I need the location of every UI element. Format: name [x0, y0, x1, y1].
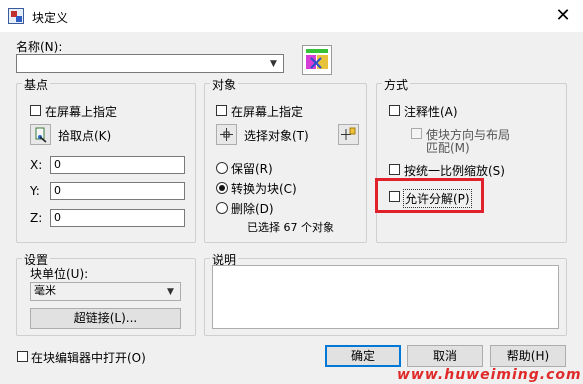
help-button[interactable]: 帮助(H)	[490, 345, 566, 367]
cancel-button[interactable]: 取消	[407, 345, 483, 367]
convert-to-block-label: 转换为块(C)	[231, 182, 297, 196]
base-point-on-screen-checkbox[interactable]	[30, 105, 41, 116]
y-label: Y:	[30, 184, 40, 198]
watermark-text: www.huweiming.com	[397, 367, 582, 383]
select-objects-label[interactable]: 选择对象(T)	[244, 127, 309, 144]
objects-title: 对象	[210, 76, 239, 93]
dropdown-arrow-icon[interactable]: ▼	[270, 59, 277, 69]
z-input[interactable]: 0	[50, 209, 185, 227]
x-label: X:	[30, 158, 43, 172]
hyperlink-button[interactable]: 超链接(L)...	[30, 308, 181, 329]
description-textarea[interactable]	[212, 265, 559, 329]
dropdown-arrow-icon[interactable]: ▼	[167, 287, 174, 297]
selected-count-label: 已选择 67 个对象	[247, 221, 334, 234]
open-in-editor-checkbox[interactable]	[17, 351, 28, 362]
select-objects-icon[interactable]	[216, 124, 237, 145]
name-combobox[interactable]	[16, 54, 284, 73]
retain-label: 保留(R)	[231, 162, 273, 176]
allow-exploding-label: 允许分解(P)	[403, 189, 472, 208]
scale-uniformly-label: 按统一比例缩放(S)	[404, 164, 505, 178]
open-in-editor-label: 在块编辑器中打开(O)	[31, 351, 146, 365]
match-orientation-checkbox[interactable]	[411, 128, 422, 139]
block-unit-select[interactable]: 毫米	[30, 282, 181, 301]
y-input[interactable]: 0	[50, 182, 185, 200]
name-label: 名称(N):	[16, 40, 63, 54]
title-bar	[0, 0, 583, 32]
window-title: 块定义	[32, 11, 69, 25]
annotative-label: 注释性(A)	[404, 105, 458, 119]
block-unit-label: 块单位(U):	[30, 267, 89, 281]
allow-exploding-checkbox[interactable]	[389, 191, 400, 202]
base-point-title: 基点	[22, 76, 51, 93]
retain-radio[interactable]	[216, 162, 228, 174]
convert-to-block-radio[interactable]	[216, 182, 228, 194]
annotative-checkbox[interactable]	[389, 105, 400, 116]
base-point-on-screen-label: 在屏幕上指定	[45, 105, 118, 119]
block-definition-icon	[8, 8, 24, 24]
objects-on-screen-checkbox[interactable]	[216, 105, 227, 116]
match-orientation-label-line2: 匹配(M)	[426, 141, 470, 155]
ok-button[interactable]: 确定	[325, 345, 401, 367]
pick-point-icon[interactable]	[30, 124, 51, 145]
block-preview-icon	[302, 45, 332, 75]
delete-radio[interactable]	[216, 202, 228, 214]
delete-label: 删除(D)	[231, 202, 274, 216]
close-icon[interactable]: ✕	[543, 0, 583, 32]
quick-select-icon[interactable]	[338, 124, 359, 145]
objects-on-screen-label: 在屏幕上指定	[231, 105, 304, 119]
x-input[interactable]: 0	[50, 156, 185, 174]
behavior-title: 方式	[382, 76, 411, 93]
z-label: Z:	[30, 211, 43, 225]
scale-uniformly-checkbox[interactable]	[389, 164, 400, 175]
pick-point-label[interactable]: 拾取点(K)	[58, 127, 111, 144]
